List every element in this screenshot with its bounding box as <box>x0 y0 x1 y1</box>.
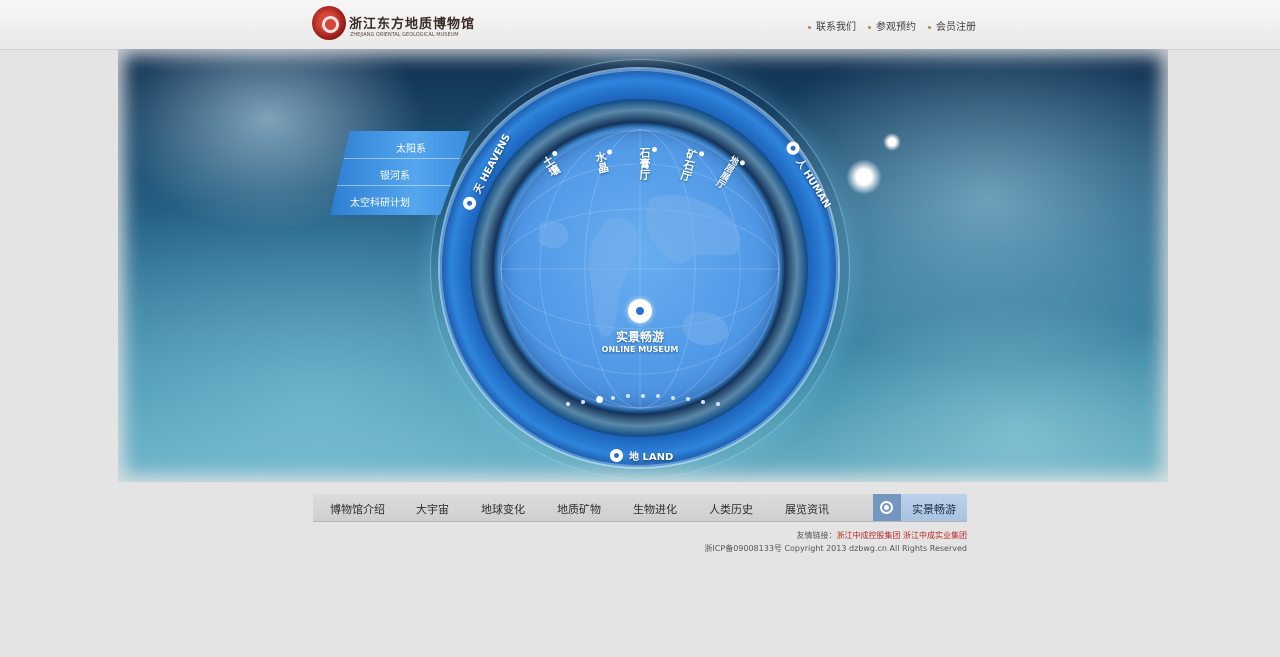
visit-booking-link[interactable]: 参观预约 <box>868 18 916 33</box>
pager-dot[interactable] <box>581 399 585 404</box>
pager-dot[interactable] <box>656 394 660 399</box>
pager-dot[interactable] <box>686 397 690 402</box>
pager-dot[interactable] <box>641 394 645 398</box>
footer-links-label: 友情链接： <box>796 531 837 540</box>
pager-dot[interactable] <box>596 396 603 404</box>
submenu-divider <box>344 158 462 159</box>
globe-hall-label[interactable]: 石膏厅 <box>636 147 657 180</box>
pager-dot[interactable] <box>566 402 570 406</box>
outer-ring <box>440 69 838 467</box>
submenu-galaxy[interactable]: 银河系 <box>380 167 410 182</box>
pager-dot[interactable] <box>626 394 630 399</box>
ring-target-icon <box>460 194 479 213</box>
main-nav: 博物馆介绍 大宇宙 地球变化 地质矿物 生物进化 人类历史 展览资讯 实景畅游 <box>313 494 967 522</box>
ring-land-label: 地 LAND <box>629 452 674 463</box>
globe-hall-label[interactable]: 地层展厅 <box>712 153 746 193</box>
ring-target-icon <box>610 449 623 462</box>
center-subtitle: ONLINE MUSEUM <box>601 345 679 354</box>
online-tour-icon <box>873 494 901 521</box>
inner-ring <box>470 99 808 437</box>
submenu-space-research[interactable]: 太空科研计划 <box>350 194 410 209</box>
footer-link-holding[interactable]: 浙江中成控股集团 <box>836 531 900 540</box>
submenu-divider <box>336 185 454 186</box>
nav-evolution[interactable]: 生物进化 <box>633 501 677 517</box>
globe-hall-label[interactable]: 矿石厅 <box>676 147 704 184</box>
ring-glow <box>430 59 850 479</box>
nav-exhibitions[interactable]: 展览资讯 <box>785 501 829 517</box>
museum-logo[interactable]: 浙江东方地质博物馆 ZHEJIANG ORIENTAL GEOLOGICAL M… <box>312 6 476 44</box>
ring-target-icon <box>784 139 803 158</box>
ring-heavens-label: 天 HEAVENS <box>472 132 513 196</box>
logo-english-name: ZHEJIANG ORIENTAL GEOLOGICAL MUSEUM <box>350 32 459 38</box>
globe-hall-label[interactable]: 土壤 <box>538 150 567 180</box>
nav-human-history[interactable]: 人类历史 <box>709 501 753 517</box>
globe-grid <box>500 129 780 409</box>
online-museum-target-icon[interactable] <box>628 299 652 323</box>
ring-human-label: 人 HUMAN <box>793 156 833 211</box>
nav-museum-intro[interactable]: 博物馆介绍 <box>330 501 385 517</box>
contact-us-link[interactable]: 联系我们 <box>808 18 856 33</box>
member-register-link[interactable]: 会员注册 <box>928 18 976 33</box>
pager-dot[interactable] <box>671 395 675 400</box>
navigation-ring: 土壤 水晶 石膏厅 矿石厅 地层展厅 实景畅游 ONLINE MUSEUM 天 … <box>430 59 850 479</box>
nav-online-museum-label: 实景畅游 <box>912 503 956 516</box>
nav-earth-change[interactable]: 地球变化 <box>481 501 525 517</box>
ring-heavens-button[interactable]: 天 HEAVENS <box>460 131 513 213</box>
ring-land-button[interactable]: 地 LAND <box>610 448 673 463</box>
heavens-submenu: 太阳系 银河系 太空科研计划 <box>330 131 470 215</box>
ring-human-button[interactable]: 人 HUMAN <box>783 139 835 211</box>
pager-dot[interactable] <box>611 395 615 400</box>
hall-pager <box>566 390 736 410</box>
footer-copyright: 浙ICP备09008133号 Copyright 2013 dzbwg.cn A… <box>704 544 967 553</box>
dragon-emblem-icon <box>312 6 346 40</box>
nav-geology-minerals[interactable]: 地质矿物 <box>557 501 601 517</box>
logo-chinese-name: 浙江东方地质博物馆 <box>349 17 476 32</box>
globe[interactable] <box>500 129 780 409</box>
nav-online-museum-button[interactable]: 实景畅游 <box>873 494 967 521</box>
hero-banner: 土壤 水晶 石膏厅 矿石厅 地层展厅 实景畅游 ONLINE MUSEUM 天 … <box>118 49 1168 482</box>
top-links: 联系我们 参观预约 会员注册 <box>808 18 988 33</box>
footer-link-industry[interactable]: 浙江中成实业集团 <box>903 531 967 540</box>
submenu-solar-system[interactable]: 太阳系 <box>396 140 426 155</box>
star-glow <box>846 159 882 195</box>
pager-dot[interactable] <box>701 399 705 404</box>
center-title[interactable]: 实景畅游 <box>590 328 690 345</box>
nav-universe[interactable]: 大宇宙 <box>416 501 449 517</box>
footer-links: 友情链接：浙江中成控股集团 浙江中成实业集团 <box>796 530 967 541</box>
star-glow <box>883 133 901 151</box>
pager-dot[interactable] <box>716 402 720 406</box>
header: 浙江东方地质博物馆 ZHEJIANG ORIENTAL GEOLOGICAL M… <box>0 0 1280 50</box>
globe-hall-label[interactable]: 水晶 <box>591 149 616 175</box>
